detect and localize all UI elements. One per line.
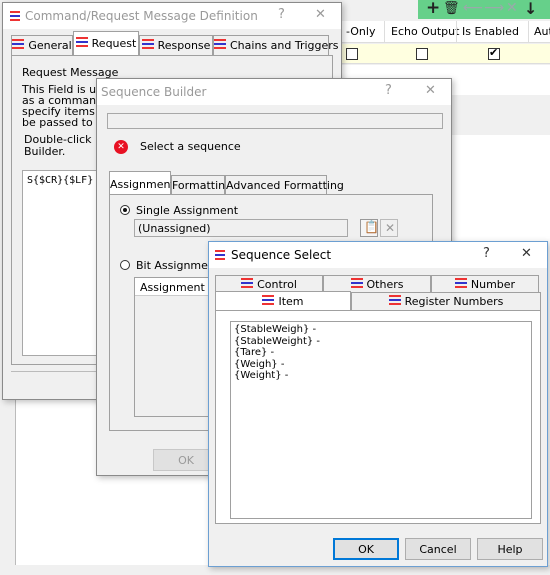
app-icon [9, 10, 21, 22]
close-icon[interactable]: ✕ [521, 246, 532, 261]
help-icon[interactable]: ? [278, 7, 285, 22]
toolbar: + 🗑 ⟵ ⟶ ✕ ↓ [418, 0, 550, 19]
tab-general[interactable]: General [11, 35, 73, 55]
tab-label: Register Numbers [404, 295, 504, 308]
list-item[interactable]: {StableWeigh} - [234, 324, 320, 336]
column-header-aut[interactable]: Aut [534, 25, 550, 38]
grid-row[interactable]: ✔ [340, 44, 550, 64]
seqb-titlebar[interactable]: Sequence Builder ? ✕ [97, 79, 451, 105]
clear-icon: ✕ [385, 221, 396, 235]
single-assignment-radio[interactable] [120, 205, 130, 215]
tab-icon [350, 278, 363, 288]
column-header-only[interactable]: -Only [346, 25, 375, 38]
app-icon [214, 249, 226, 261]
help-icon[interactable]: ? [385, 83, 392, 98]
delete-icon[interactable]: 🗑 [443, 1, 460, 16]
tab-assignments[interactable]: Assignments [109, 171, 181, 195]
assignment-column-header[interactable]: Assignment [135, 278, 215, 296]
readonly-checkbox[interactable] [346, 48, 358, 60]
help-button[interactable]: Help [477, 538, 543, 560]
tab-request[interactable]: Request [73, 31, 139, 56]
clear-assignment-button[interactable]: ✕ [380, 219, 398, 237]
tab-icon [241, 278, 254, 288]
tab-icon [262, 295, 275, 305]
single-assignment-field[interactable]: (Unassigned) [134, 219, 348, 237]
list-item[interactable]: {StableWeight} - [234, 336, 320, 348]
bit-assignment-label: Bit Assignment [136, 259, 220, 272]
cmd-title: Command/Request Message Definition [25, 9, 258, 23]
tab-label: Others [366, 278, 404, 291]
tab-icon [454, 278, 467, 288]
tab-advanced-formatting[interactable]: Advanced Formatting [225, 175, 344, 195]
cancel-button[interactable]: Cancel [405, 538, 471, 560]
grid-header: -Only Echo Output Is Enabled Aut [340, 21, 550, 43]
seqb-title: Sequence Builder [101, 85, 207, 99]
message-value: S{$CR}{$LF} [27, 175, 94, 186]
sequence-select-dialog: Sequence Select ? ✕ Control Others Numbe… [208, 241, 548, 567]
list-item[interactable]: {Tare} - [234, 347, 320, 359]
redo-icon[interactable]: ⟶ [484, 0, 504, 16]
undo-icon[interactable]: ⟵ [463, 0, 483, 16]
column-header-echo-output[interactable]: Echo Output [391, 25, 459, 38]
error-icon: ✕ [114, 140, 128, 154]
tab-register-numbers[interactable]: Register Numbers [351, 292, 541, 310]
check-icon: ✔ [489, 46, 499, 59]
status-text: Select a sequence [140, 140, 241, 153]
tab-chains-and-triggers[interactable]: Chains and Triggers [213, 35, 339, 55]
tab-number[interactable]: Number [431, 275, 539, 293]
tab-label: Control [257, 278, 297, 291]
paste-icon: 📋 [364, 220, 379, 234]
tab-formatting[interactable]: Formatting [171, 175, 232, 195]
tab-label: General [28, 39, 72, 52]
item-tab-panel: {StableWeigh} - {StableWeight} - {Tare} … [215, 310, 541, 524]
list-item[interactable]: {Weigh} - [234, 359, 320, 371]
tab-icon [141, 39, 154, 49]
tab-label: Response [157, 39, 211, 52]
list-items: {StableWeigh} - {StableWeight} - {Tare} … [234, 324, 320, 382]
tab-label: Number [470, 278, 516, 291]
tab-item[interactable]: Item [215, 291, 351, 311]
tab-response[interactable]: Response [139, 35, 213, 55]
tab-icon [214, 39, 226, 49]
help-icon[interactable]: ? [483, 246, 490, 261]
cmd-titlebar[interactable]: Command/Request Message Definition ? ✕ [3, 3, 341, 29]
tab-label: Request [91, 37, 137, 50]
close-icon[interactable]: ✕ [315, 7, 326, 22]
tab-label: Item [278, 295, 304, 308]
tab-label: Assignments [110, 178, 181, 191]
bit-assignment-radio[interactable] [120, 260, 130, 270]
single-assignment-label: Single Assignment [136, 204, 239, 217]
seqs-titlebar[interactable]: Sequence Select ? ✕ [209, 242, 547, 268]
column-header-is-enabled[interactable]: Is Enabled [462, 25, 519, 38]
tab-icon [388, 295, 401, 305]
list-item[interactable]: {Weight} - [234, 370, 320, 382]
assign-sequence-button[interactable]: 📋 [360, 219, 379, 237]
sequence-list[interactable]: {StableWeigh} - {StableWeight} - {Tare} … [230, 321, 532, 519]
seqs-title: Sequence Select [231, 248, 332, 262]
add-icon[interactable]: + [426, 0, 440, 18]
echo-output-checkbox[interactable] [416, 48, 428, 60]
sequence-display[interactable] [107, 113, 443, 129]
is-enabled-checkbox[interactable]: ✔ [488, 46, 500, 60]
tab-label: Chains and Triggers [230, 39, 339, 52]
close-icon[interactable]: ✕ [506, 0, 518, 16]
single-assignment-value: (Unassigned) [138, 222, 211, 235]
move-down-icon[interactable]: ↓ [524, 0, 537, 18]
tab-icon [12, 39, 25, 49]
ok-button[interactable]: OK [333, 538, 399, 560]
close-icon[interactable]: ✕ [425, 83, 436, 98]
tab-icon [75, 37, 88, 47]
tab-label: Advanced Formatting [226, 179, 344, 192]
tab-label: Formatting [172, 179, 233, 192]
